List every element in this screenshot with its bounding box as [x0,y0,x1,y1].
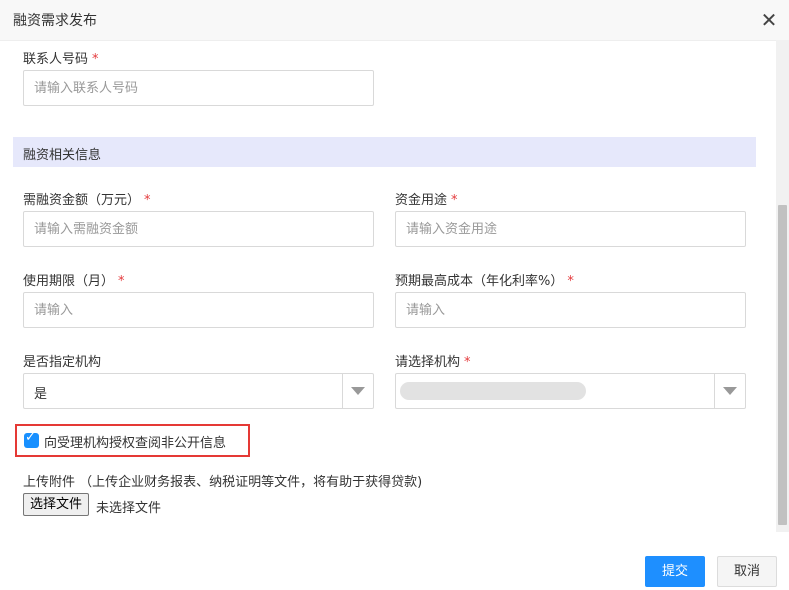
financing-request-dialog: 融资需求发布 ✕ 联系人号码* 融资相关信息 需融资金额（万元）* 资金用途* … [0,0,789,590]
purpose-input[interactable] [395,211,746,247]
cost-input[interactable] [395,292,746,328]
consent-label[interactable]: 向受理机构授权查阅非公开信息 [44,432,226,451]
upload-label: 上传附件 （上传企业财务报表、纳税证明等文件，将有助于获得贷款) [23,475,423,490]
institution-label-text: 请选择机构 [395,355,461,370]
required-mark: * [464,355,471,370]
contact-number-label: 联系人号码 * [23,48,99,67]
select-divider [342,374,343,408]
designated-label-text: 是否指定机构 [23,355,102,370]
redacted-institution-name [400,382,586,400]
institution-label: 请选择机构 * [395,351,471,370]
select-divider [714,374,715,408]
required-mark: * [92,52,99,67]
required-mark: * [451,193,458,208]
purpose-label-text: 资金用途 [395,193,448,208]
term-label-text: 使用期限（月） [23,274,115,289]
term-input[interactable] [23,292,374,328]
choose-file-button[interactable]: 选择文件 [23,493,90,516]
designated-select[interactable]: 是 [23,373,374,409]
dialog-titlebar: 融资需求发布 ✕ [0,0,789,41]
required-mark: * [144,193,151,208]
required-mark: * [567,274,574,289]
scrollbar-thumb[interactable] [778,205,787,525]
designated-label: 是否指定机构 [23,351,101,370]
institution-select[interactable] [395,373,746,409]
financing-info-section-header: 融资相关信息 [13,137,756,167]
consent-checkbox[interactable]: ✓ [24,430,39,448]
cost-label: 预期最高成本（年化利率%） * [395,270,574,289]
file-status: 未选择文件 [96,501,162,516]
submit-button[interactable]: 提交 [645,556,705,587]
chevron-down-icon[interactable] [351,387,365,395]
section-title: 融资相关信息 [23,148,102,163]
chevron-down-icon[interactable] [723,387,737,395]
amount-label: 需融资金额（万元） * [23,189,151,208]
cost-label-text: 预期最高成本（年化利率%） [395,274,564,289]
contact-number-label-text: 联系人号码 [23,52,89,67]
amount-input[interactable] [23,211,374,247]
contact-number-input[interactable] [23,70,374,106]
checkmark-icon: ✓ [25,430,36,445]
cancel-button[interactable]: 取消 [717,556,777,587]
designated-select-value: 是 [34,387,48,402]
amount-label-text: 需融资金额（万元） [23,193,141,208]
consent-highlight: ✓ 向受理机构授权查阅非公开信息 [15,424,250,457]
purpose-label: 资金用途 * [395,189,458,208]
required-mark: * [118,274,125,289]
term-label: 使用期限（月） * [23,270,125,289]
dialog-title: 融资需求发布 [13,13,97,29]
close-icon[interactable]: ✕ [758,9,780,31]
